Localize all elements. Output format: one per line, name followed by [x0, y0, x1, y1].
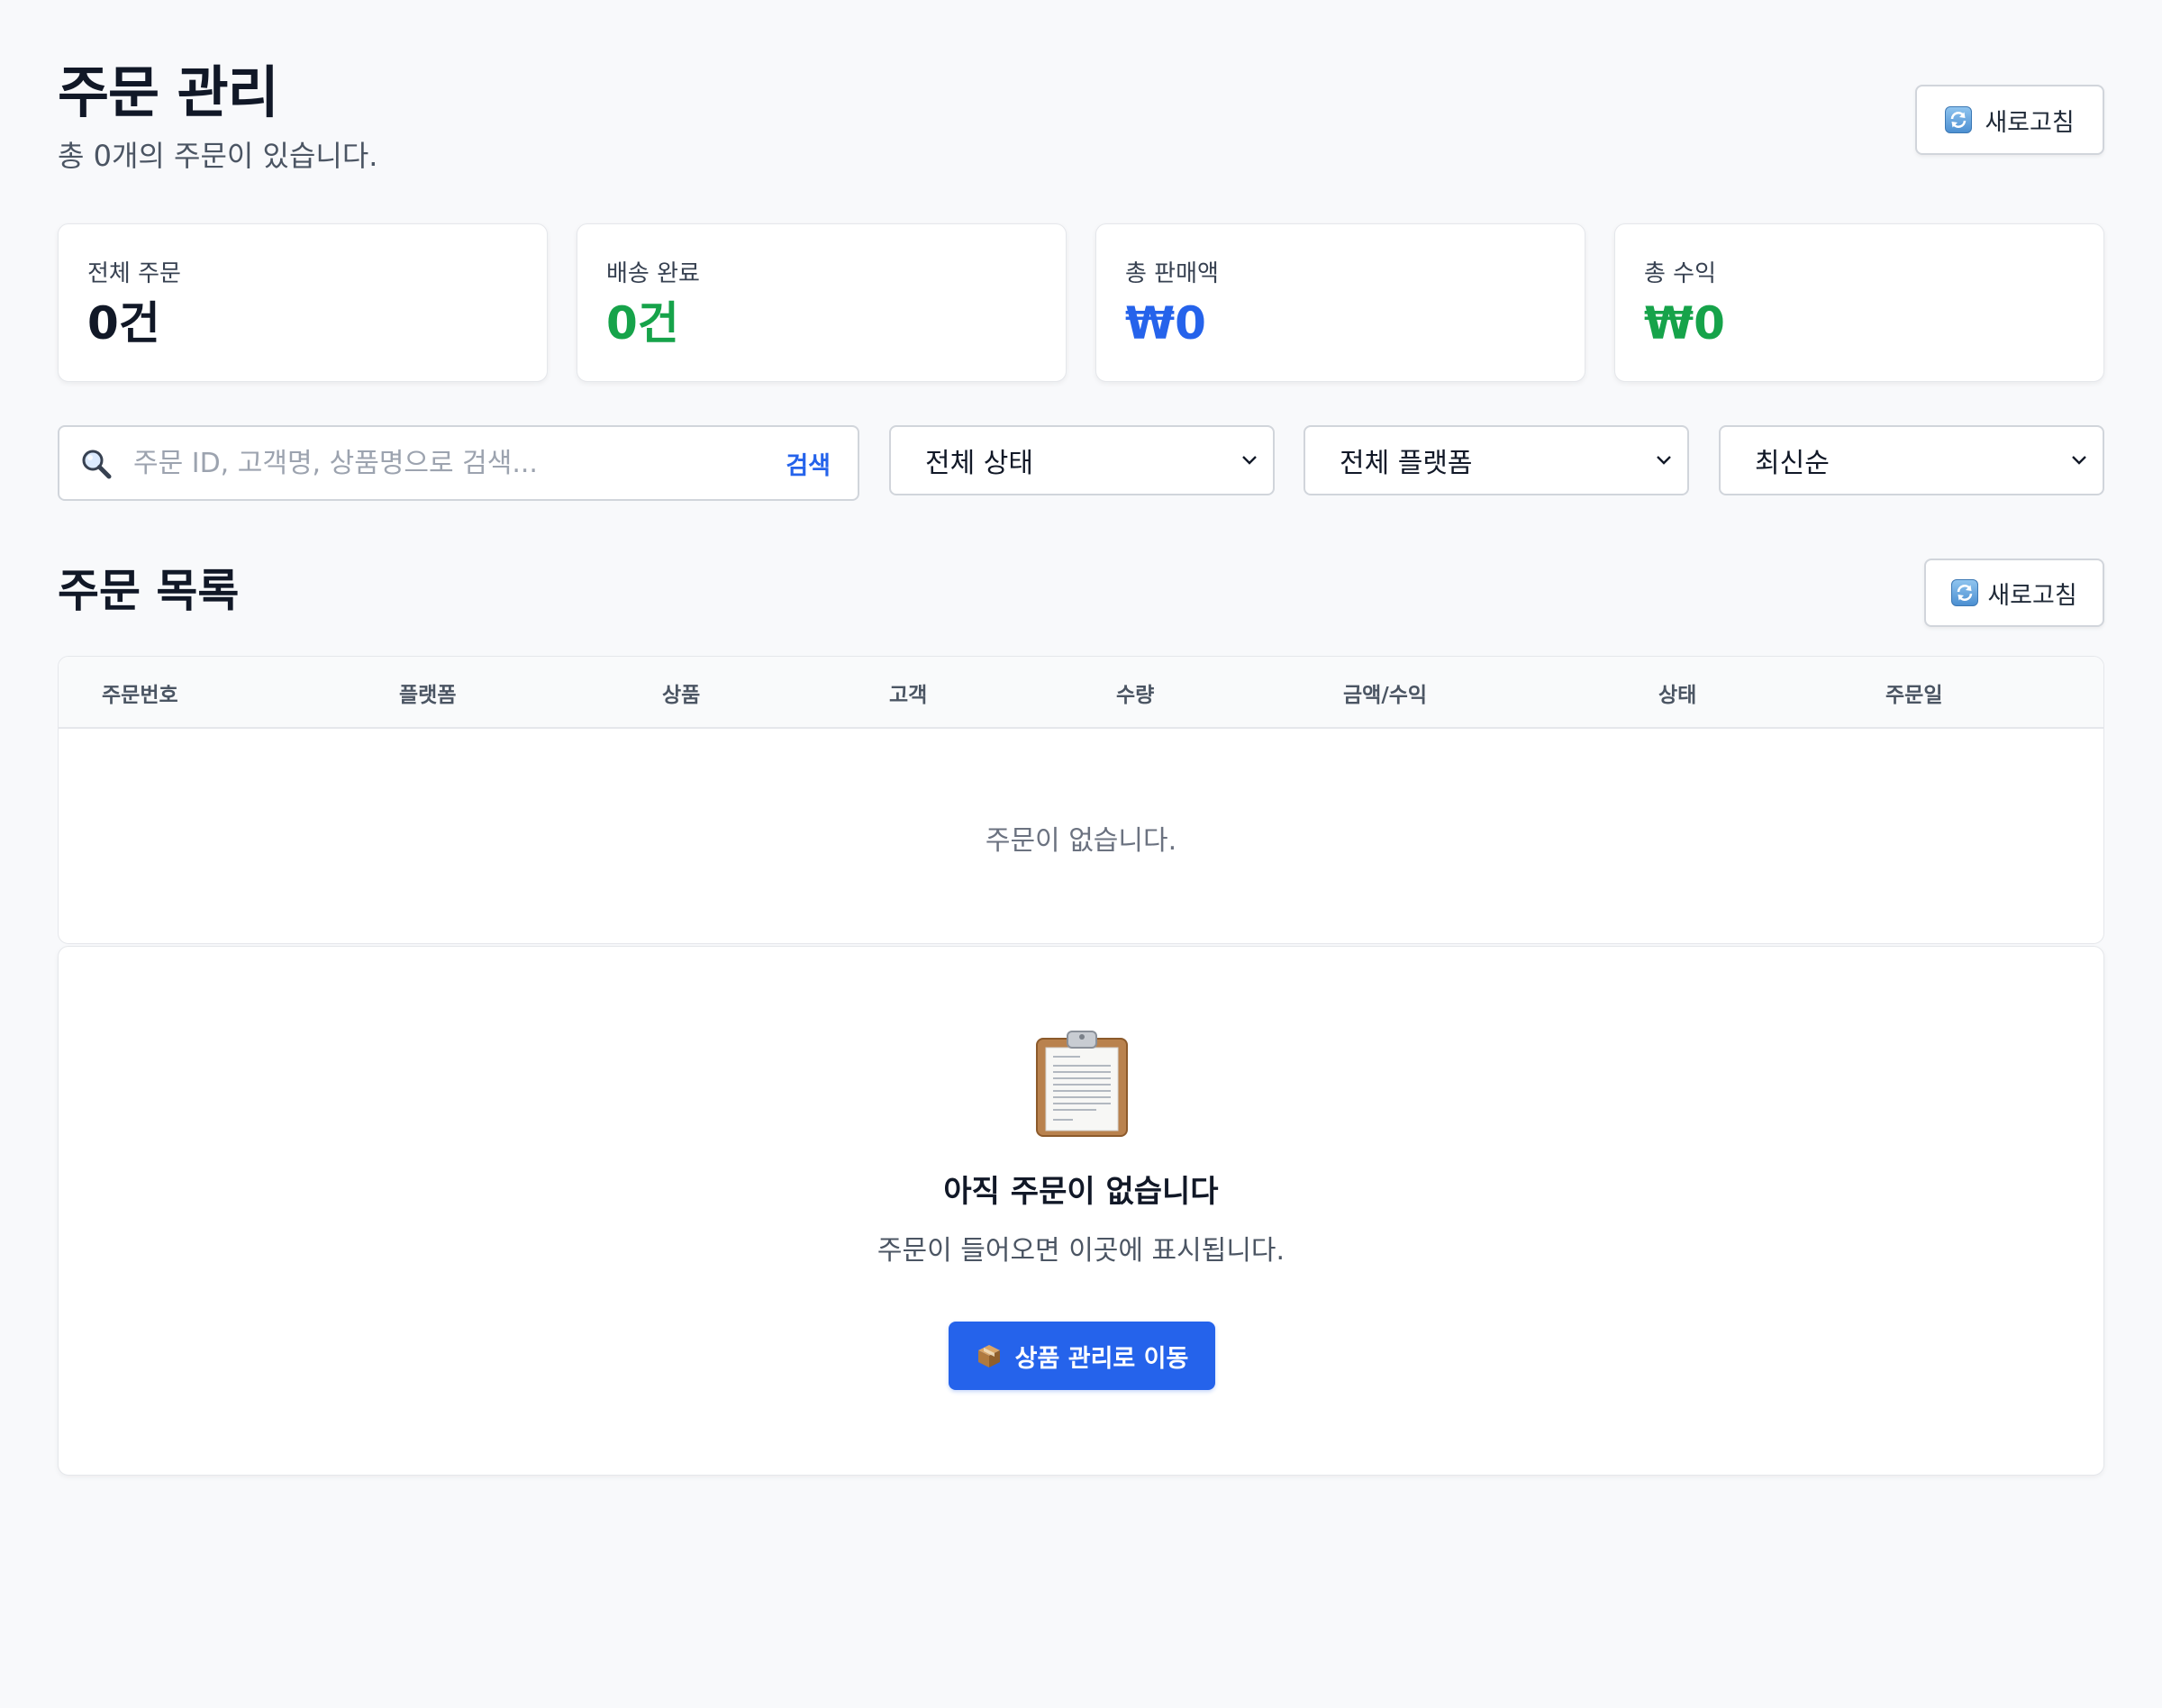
stat-value: ₩0	[1125, 297, 1206, 350]
empty-state-title: 아직 주문이 없습니다	[943, 1174, 1219, 1210]
go-to-product-management-button[interactable]: 상품 관리로 이동	[949, 1322, 1215, 1390]
stat-value: ₩0	[1644, 297, 1725, 350]
stat-card-delivered: 배송 완료 0건	[577, 223, 1067, 382]
column-header-order-number[interactable]: 주문번호	[102, 657, 178, 729]
clipboard-icon	[1036, 1031, 1128, 1137]
orders-table: 주문번호 플랫폼 상품 고객 수량 금액/수익 상태 주문일 주문이 없습니다.	[58, 656, 2104, 944]
search-input[interactable]	[132, 427, 726, 499]
platform-filter-value: 전체 플랫폼	[1340, 448, 1473, 479]
table-empty-message: 주문이 없습니다.	[985, 825, 1177, 857]
table-header: 주문번호 플랫폼 상품 고객 수량 금액/수익 상태 주문일	[59, 657, 2103, 729]
empty-state-card: 아직 주문이 없습니다 주문이 들어오면 이곳에 표시됩니다. 상품 관리로 이…	[58, 946, 2104, 1476]
order-count-subtitle: 총 0개의 주문이 있습니다.	[58, 139, 378, 173]
go-to-product-management-label: 상품 관리로 이동	[1014, 1344, 1189, 1373]
status-filter-value: 전체 상태	[925, 448, 1033, 479]
page-title: 주문 관리	[58, 59, 279, 125]
sort-select[interactable]: 최신순	[1719, 425, 2104, 495]
column-header-customer[interactable]: 고객	[889, 657, 927, 729]
status-filter-select[interactable]: 전체 상태	[889, 425, 1275, 495]
chevron-down-icon	[2072, 456, 2086, 465]
refresh-button-label: 새로고침	[1987, 581, 2077, 610]
order-list-refresh-button[interactable]: 새로고침	[1924, 559, 2104, 627]
stat-card-total-profit: 총 수익 ₩0	[1614, 223, 2104, 382]
page-header: 주문 관리 총 0개의 주문이 있습니다. 새로고침	[58, 50, 2104, 186]
stat-value: 0건	[606, 297, 679, 350]
refresh-icon	[1951, 579, 1979, 606]
column-header-platform[interactable]: 플랫폼	[399, 657, 456, 729]
column-header-product[interactable]: 상품	[662, 657, 700, 729]
search-button[interactable]: 검색	[786, 427, 831, 499]
stat-value: 0건	[87, 297, 160, 350]
refresh-button-label: 새로고침	[1985, 108, 2075, 137]
column-header-status[interactable]: 상태	[1658, 657, 1696, 729]
chevron-down-icon	[1657, 456, 1671, 465]
platform-filter-select[interactable]: 전체 플랫폼	[1304, 425, 1689, 495]
column-header-quantity[interactable]: 수량	[1116, 657, 1154, 729]
column-header-order-date[interactable]: 주문일	[1885, 657, 1942, 729]
sort-value: 최신순	[1755, 448, 1830, 479]
stat-label: 전체 주문	[87, 260, 181, 287]
order-list-title: 주문 목록	[58, 565, 240, 617]
package-icon	[977, 1345, 1000, 1367]
stat-label: 배송 완료	[606, 260, 700, 287]
stats-row: 전체 주문 0건 배송 완료 0건 총 판매액 ₩0 총 수익 ₩0	[58, 223, 2104, 382]
stat-card-total-sales: 총 판매액 ₩0	[1095, 223, 1585, 382]
search-box: 검색	[58, 425, 859, 501]
empty-state-description: 주문이 들어오면 이곳에 표시됩니다.	[877, 1235, 1285, 1267]
chevron-down-icon	[1242, 456, 1257, 465]
stat-card-total-orders: 전체 주문 0건	[58, 223, 548, 382]
refresh-icon	[1945, 106, 1973, 133]
stat-label: 총 판매액	[1125, 260, 1219, 287]
search-icon	[82, 450, 112, 479]
stat-label: 총 수익	[1644, 260, 1717, 287]
order-management-page: 주문 관리 총 0개의 주문이 있습니다. 새로고침 전체 주문 0건 배송 완…	[0, 0, 2162, 1708]
column-header-amount-profit[interactable]: 금액/수익	[1343, 657, 1427, 729]
refresh-button[interactable]: 새로고침	[1915, 85, 2104, 155]
